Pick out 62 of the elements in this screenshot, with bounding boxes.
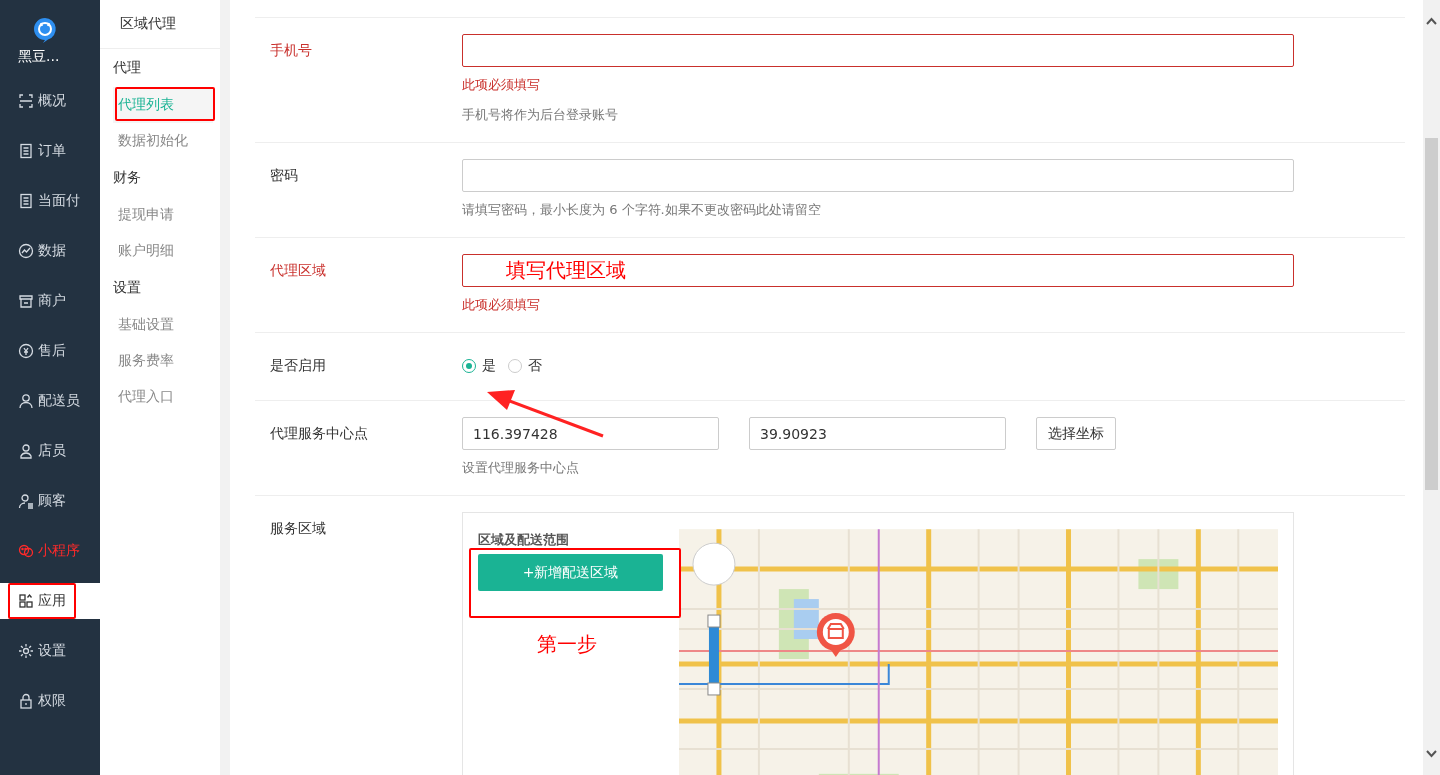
subnav-item[interactable]: 提现申请 <box>113 197 213 233</box>
subnav-group-title: 财务 <box>112 168 142 187</box>
sidebar-item[interactable]: 配送员 <box>0 383 100 419</box>
nav-icon <box>18 193 34 209</box>
sidebar-item[interactable]: 设置 <box>0 633 100 669</box>
nav-icon <box>18 393 34 409</box>
coordinate-field[interactable]: 39.90923 <box>749 417 1006 450</box>
radio-option[interactable]: 否 <box>508 356 542 375</box>
sidebar-item[interactable]: 权限 <box>0 683 100 719</box>
nav-icon <box>18 293 34 309</box>
radio-label: 否 <box>528 356 542 375</box>
subnav-item[interactable]: 基础设置 <box>113 307 213 343</box>
nav-icon <box>18 143 34 159</box>
subnav-item[interactable]: 代理入口 <box>113 379 213 415</box>
subnav-item[interactable]: 数据初始化 <box>113 123 213 159</box>
coordinate-field[interactable]: 116.397428 <box>462 417 719 450</box>
subnav-group-title: 代理 <box>112 58 142 77</box>
choose-coordinates-button[interactable]: 选择坐标 <box>1036 417 1116 450</box>
scroll-up-icon[interactable] <box>1426 17 1437 25</box>
sidebar-item[interactable]: 概况 <box>0 83 100 119</box>
field-label: 代理区域 <box>270 261 327 280</box>
panel-title: 区域及配送范围 <box>478 531 570 549</box>
sidebar-item[interactable]: 售后 <box>0 333 100 369</box>
nav-icon <box>18 593 34 609</box>
nav-icon <box>18 693 34 709</box>
help-text: 请填写密码，最小长度为 6 个字符.如果不更改密码此处请留空 <box>462 201 822 219</box>
annotation-text: 第一步 <box>537 631 598 658</box>
field-label: 是否启用 <box>270 356 327 375</box>
subnav-group-title: 设置 <box>112 278 142 297</box>
text-field[interactable] <box>462 34 1294 67</box>
help-text: 设置代理服务中心点 <box>462 459 580 477</box>
sidebar-item[interactable]: 数据 <box>0 233 100 269</box>
help-text: 手机号将作为后台登录账号 <box>462 106 619 124</box>
scroll-down-icon[interactable] <box>1426 750 1437 758</box>
sidebar-item[interactable]: 顾客 <box>0 483 100 519</box>
subnav-item[interactable]: 服务费率 <box>113 343 213 379</box>
nav-icon <box>18 543 34 559</box>
annotation-text: 填写代理区域 <box>506 257 626 284</box>
field-label: 代理服务中心点 <box>270 424 369 443</box>
scrollbar-thumb[interactable] <box>1425 138 1438 490</box>
sidebar-item[interactable]: 商户 <box>0 283 100 319</box>
text-field[interactable]: 填写代理区域 <box>462 254 1294 287</box>
nav-icon <box>18 493 34 509</box>
sidebar-item[interactable]: 店员 <box>0 433 100 469</box>
radio-label: 是 <box>482 356 496 375</box>
field-label: 服务区域 <box>270 519 327 538</box>
field-label: 密码 <box>270 166 299 185</box>
radio-option[interactable]: 是 <box>462 356 496 375</box>
nav-icon <box>18 93 34 109</box>
nav-icon <box>18 343 34 359</box>
subnav-item[interactable]: 账户明细 <box>113 233 213 269</box>
error-message: 此项必须填写 <box>462 296 541 314</box>
sidebar-item[interactable]: 订单 <box>0 133 100 169</box>
field-label: 手机号 <box>270 41 313 60</box>
sidebar-item[interactable]: 当面付 <box>0 183 100 219</box>
nav-icon <box>18 643 34 659</box>
error-message: 此项必须填写 <box>462 76 541 94</box>
logo-icon <box>31 16 59 44</box>
brand-name: 黑豆... <box>18 48 60 66</box>
nav-icon <box>18 243 34 259</box>
sidebar-item[interactable]: 应用 <box>0 583 100 619</box>
nav-icon <box>18 443 34 459</box>
